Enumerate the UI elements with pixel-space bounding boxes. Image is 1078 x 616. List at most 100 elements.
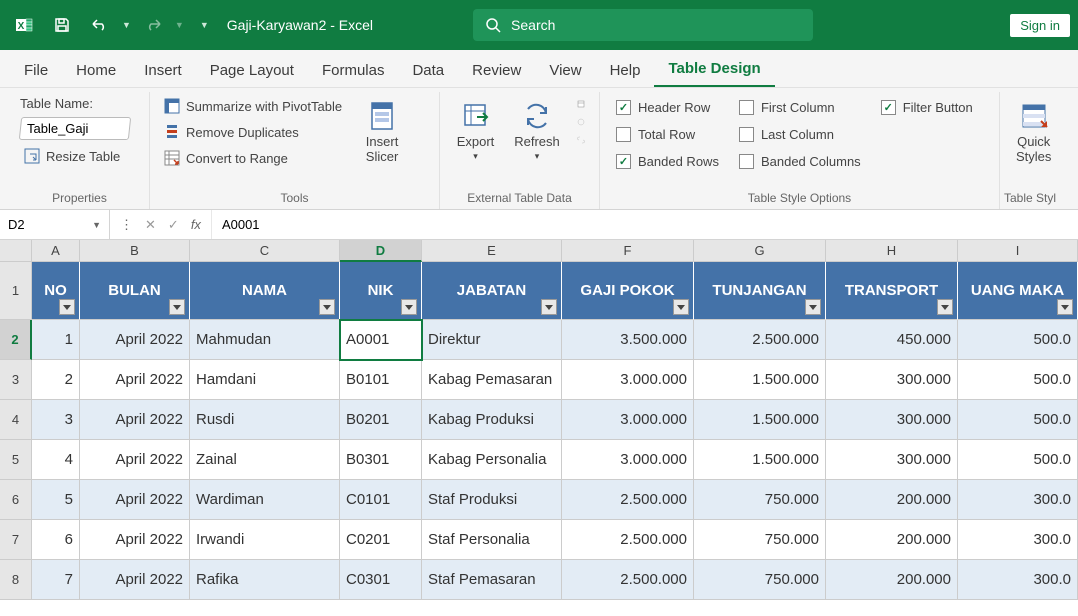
filter-button[interactable] — [59, 299, 75, 315]
row-header-6[interactable]: 6 — [0, 480, 32, 520]
header-row-check[interactable]: Header Row — [616, 98, 719, 117]
filter-button[interactable] — [169, 299, 185, 315]
col-header-D[interactable]: D — [340, 240, 422, 262]
tab-help[interactable]: Help — [596, 54, 655, 87]
col-header-I[interactable]: I — [958, 240, 1078, 262]
cell[interactable]: 7 — [32, 560, 80, 600]
cell[interactable]: 2 — [32, 360, 80, 400]
cell[interactable]: B0301 — [340, 440, 422, 480]
cell[interactable]: B0201 — [340, 400, 422, 440]
cell[interactable]: 300.0 — [958, 520, 1078, 560]
table-area[interactable]: NOBULANNAMANIKJABATANGAJI POKOKTUNJANGAN… — [32, 262, 1078, 600]
convert-range-button[interactable]: Convert to Range — [160, 148, 346, 168]
row-header-5[interactable]: 5 — [0, 440, 32, 480]
cell[interactable]: 1.500.000 — [694, 360, 826, 400]
cell[interactable]: Wardiman — [190, 480, 340, 520]
cell[interactable]: 500.0 — [958, 400, 1078, 440]
col-header-G[interactable]: G — [694, 240, 826, 262]
row-header-7[interactable]: 7 — [0, 520, 32, 560]
cell[interactable]: Staf Personalia — [422, 520, 562, 560]
cell[interactable]: April 2022 — [80, 440, 190, 480]
browser-icon[interactable] — [573, 114, 589, 130]
cell[interactable]: 500.0 — [958, 440, 1078, 480]
column-header-nama[interactable]: NAMA — [190, 262, 340, 320]
cell[interactable]: 3.000.000 — [562, 360, 694, 400]
column-header-jabatan[interactable]: JABATAN — [422, 262, 562, 320]
cell[interactable]: 5 — [32, 480, 80, 520]
cell[interactable]: C0301 — [340, 560, 422, 600]
formula-input[interactable]: A0001 — [212, 217, 1078, 232]
cell[interactable]: 2.500.000 — [562, 480, 694, 520]
unlink-icon[interactable] — [573, 132, 589, 148]
column-header-uang-maka[interactable]: UANG MAKA — [958, 262, 1078, 320]
cell[interactable]: Direktur — [422, 320, 562, 360]
cell[interactable]: 450.000 — [826, 320, 958, 360]
cell[interactable]: 2.500.000 — [562, 520, 694, 560]
cell[interactable]: 3.000.000 — [562, 440, 694, 480]
tab-view[interactable]: View — [535, 54, 595, 87]
tab-page-layout[interactable]: Page Layout — [196, 54, 308, 87]
fn-chooser-icon[interactable]: ⋮ — [116, 215, 137, 235]
spreadsheet-grid[interactable]: ABCDEFGHI 12345678 NOBULANNAMANIKJABATAN… — [0, 240, 1078, 600]
cell[interactable]: 300.000 — [826, 360, 958, 400]
cell[interactable]: 500.0 — [958, 360, 1078, 400]
undo-icon[interactable] — [84, 9, 116, 41]
cell[interactable]: 1 — [32, 320, 80, 360]
col-header-C[interactable]: C — [190, 240, 340, 262]
filter-button[interactable] — [937, 299, 953, 315]
row-header-1[interactable]: 1 — [0, 262, 32, 320]
filter-button[interactable] — [319, 299, 335, 315]
cell[interactable]: 2.500.000 — [562, 560, 694, 600]
cell[interactable]: 750.000 — [694, 520, 826, 560]
cell[interactable]: 300.000 — [826, 400, 958, 440]
first-col-check[interactable]: First Column — [739, 98, 861, 117]
row-header-2[interactable]: 2 — [0, 320, 32, 360]
cell[interactable]: 3 — [32, 400, 80, 440]
redo-icon[interactable] — [137, 9, 169, 41]
properties-icon[interactable] — [573, 96, 589, 112]
last-col-check[interactable]: Last Column — [739, 125, 861, 144]
remove-duplicates-button[interactable]: Remove Duplicates — [160, 122, 346, 142]
cell[interactable]: 2.500.000 — [694, 320, 826, 360]
cell[interactable]: April 2022 — [80, 520, 190, 560]
cell[interactable]: 1.500.000 — [694, 400, 826, 440]
filter-button[interactable] — [401, 299, 417, 315]
filter-button[interactable] — [541, 299, 557, 315]
tab-review[interactable]: Review — [458, 54, 535, 87]
cell[interactable]: Kabag Personalia — [422, 440, 562, 480]
cell[interactable]: 3.000.000 — [562, 400, 694, 440]
column-header-bulan[interactable]: BULAN — [80, 262, 190, 320]
total-row-check[interactable]: Total Row — [616, 125, 719, 144]
column-header-nik[interactable]: NIK — [340, 262, 422, 320]
cell[interactable]: A0001 — [340, 320, 422, 360]
cell[interactable]: C0101 — [340, 480, 422, 520]
fx-icon[interactable]: fx — [187, 215, 205, 234]
row-header-3[interactable]: 3 — [0, 360, 32, 400]
excel-icon[interactable]: X — [8, 9, 40, 41]
cell[interactable]: Rafika — [190, 560, 340, 600]
column-header-tunjangan[interactable]: TUNJANGAN — [694, 262, 826, 320]
cell[interactable]: April 2022 — [80, 360, 190, 400]
select-all-corner[interactable] — [0, 240, 32, 262]
filter-button[interactable] — [1057, 299, 1073, 315]
tab-table-design[interactable]: Table Design — [654, 52, 774, 87]
tab-data[interactable]: Data — [398, 54, 458, 87]
tab-file[interactable]: File — [10, 54, 62, 87]
cell[interactable]: 3.500.000 — [562, 320, 694, 360]
col-header-H[interactable]: H — [826, 240, 958, 262]
cell[interactable]: Zainal — [190, 440, 340, 480]
cell[interactable]: B0101 — [340, 360, 422, 400]
col-header-B[interactable]: B — [80, 240, 190, 262]
cell[interactable]: 200.000 — [826, 520, 958, 560]
signin-button[interactable]: Sign in — [1010, 14, 1070, 37]
cell[interactable]: Irwandi — [190, 520, 340, 560]
column-header-transport[interactable]: TRANSPORT — [826, 262, 958, 320]
tab-formulas[interactable]: Formulas — [308, 54, 399, 87]
cell[interactable]: 200.000 — [826, 480, 958, 520]
cell[interactable]: 6 — [32, 520, 80, 560]
cell[interactable]: C0201 — [340, 520, 422, 560]
row-header-8[interactable]: 8 — [0, 560, 32, 600]
search-input[interactable] — [511, 17, 801, 33]
pivot-button[interactable]: Summarize with PivotTable — [160, 96, 346, 116]
cell[interactable]: 300.0 — [958, 480, 1078, 520]
